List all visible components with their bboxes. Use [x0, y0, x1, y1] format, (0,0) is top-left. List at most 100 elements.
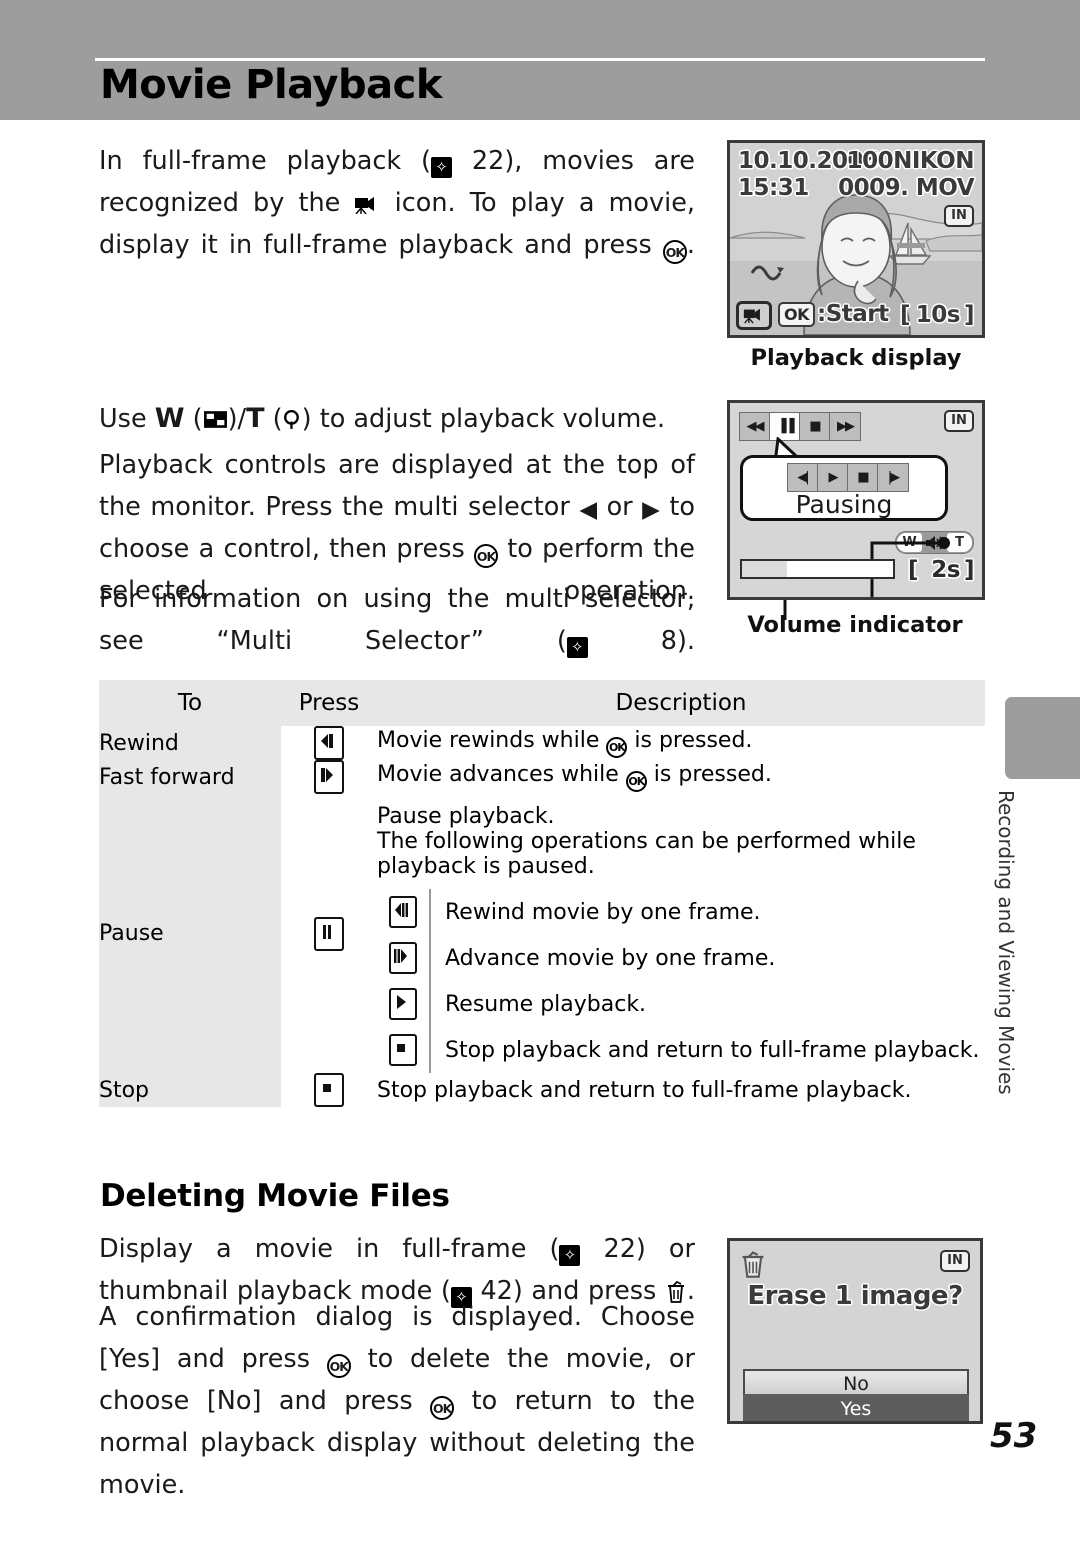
playback-display-caption: Playback display	[750, 345, 962, 371]
fast-forward-control[interactable]: ▶▶	[830, 413, 860, 440]
stop-control-glyph: ■	[809, 419, 821, 434]
movie-camera-icon	[355, 197, 375, 214]
row-icon-fast-forward	[281, 760, 377, 794]
pause-control[interactable]: ▐▐	[770, 413, 800, 440]
rewind-control[interactable]: ◀◀	[740, 413, 770, 440]
pause-button-icon	[314, 916, 344, 951]
playback-folder: 100NIKON	[846, 148, 975, 174]
row-icon-pause	[281, 794, 377, 1073]
ok-button-icon: OK	[662, 240, 687, 264]
section-heading-deleting: Deleting Movie Files	[100, 1178, 450, 1214]
rewind-button-icon	[314, 726, 344, 760]
status-callout: ◀| ▶ ■ |▶ Pausing	[740, 455, 948, 521]
subrow-text: Advance movie by one frame.	[445, 945, 776, 971]
row-desc-fast-forward: Movie advances while OK is pressed.	[377, 760, 985, 794]
delete-paragraph-2: A confirmation dialog is displayed. Choo…	[99, 1296, 695, 1548]
volume-indicator-caption: Volume indicator	[747, 612, 963, 638]
intro-paragraph-block: In full-frame playback (✧ 22), movies ar…	[99, 140, 695, 308]
ok-button-icon: OK	[606, 737, 628, 758]
page-header-bar: Movie Playback	[0, 0, 1080, 120]
stop-control[interactable]: ■	[800, 413, 830, 440]
movie-controls-table: To Press Description Rewind Movie rewind…	[99, 680, 985, 1107]
row-icon-stop	[281, 1073, 377, 1107]
column-header-press: Press	[281, 680, 377, 726]
subrow-icon-cell	[377, 1027, 431, 1073]
row-icon-rewind	[281, 726, 377, 760]
reference-book-icon: ✧	[431, 157, 452, 178]
playback-progress-fill	[742, 561, 787, 577]
subrow-icon-cell	[377, 981, 431, 1027]
ok-button-icon: OK	[326, 1354, 351, 1378]
page-number: 53	[990, 1416, 1038, 1456]
start-label: :Start	[817, 301, 889, 327]
ref-text-a: For information on using the multi selec…	[99, 584, 695, 656]
subrow-advance-frame: Advance movie by one frame.	[377, 935, 985, 981]
status-text: Pausing	[795, 490, 893, 519]
playback-progress-bar	[740, 559, 895, 579]
pause-desc-line1: Pause playback.	[377, 804, 555, 829]
subrow-resume: Resume playback.	[377, 981, 985, 1027]
advance-one-frame-control[interactable]: |▶	[878, 464, 908, 491]
reference-book-icon: ✧	[559, 1245, 581, 1266]
internal-memory-badge: IN	[944, 410, 974, 432]
elapsed-bracket-close: ]	[963, 557, 975, 583]
subrow-icon-cell	[377, 889, 431, 935]
resume-control-glyph: ▶	[828, 470, 839, 485]
row-label-rewind: Rewind	[99, 726, 281, 760]
elapsed-time: 2s	[931, 557, 960, 583]
controls-or: or	[606, 492, 633, 522]
playback-filename: 0009. MOV	[838, 175, 974, 201]
table-row: Fast forward Movie advances while OK is …	[99, 760, 985, 794]
stop-control[interactable]: ■	[848, 464, 878, 491]
row-label-pause: Pause	[99, 794, 281, 1073]
pausing-display-screenshot: IN ◀◀ ▐▐ ■ ▶▶ ◀| ▶ ■ |▶ Pausing W T [ 2s ]	[727, 400, 985, 600]
resume-control[interactable]: ▶	[818, 464, 848, 491]
duration-bracket-open: [	[900, 302, 911, 328]
table-header-row: To Press Description	[99, 680, 985, 726]
intro-paragraph: In full-frame playback (✧ 22), movies ar…	[99, 140, 695, 308]
erase-option-no[interactable]: No	[743, 1369, 969, 1396]
fast-forward-button-icon	[314, 760, 344, 794]
advance-one-frame-icon	[389, 942, 417, 974]
stop-control-glyph: ■	[857, 470, 869, 485]
header-divider-rule	[95, 58, 985, 61]
stop-button-icon	[314, 1073, 344, 1107]
multi-selector-right-icon: ▶	[642, 497, 660, 523]
column-header-to: To	[99, 680, 281, 726]
playback-time: 15:31	[738, 175, 809, 201]
fast-forward-control-glyph: ▶▶	[837, 419, 855, 434]
advance-one-frame-control-glyph: |▶	[887, 470, 900, 485]
subrow-rewind-frame: Rewind movie by one frame.	[377, 889, 985, 935]
volume-text-a: Use	[99, 404, 147, 434]
page-title: Movie Playback	[100, 62, 442, 108]
row-desc-stop: Stop playback and return to full-frame p…	[377, 1073, 985, 1107]
playback-display-screenshot: 10.10.2006 15:31 100NIKON 0009. MOV IN O…	[727, 140, 985, 338]
multi-selector-left-icon: ◀	[579, 497, 598, 523]
ff-desc-b: is pressed.	[653, 762, 772, 787]
elapsed-bracket-open: [	[908, 557, 919, 583]
delete-paragraph-2-block: A confirmation dialog is displayed. Choo…	[99, 1296, 695, 1548]
movie-duration: 10s	[915, 302, 961, 328]
table-row-pause: Pause Pause playback. The following oper…	[99, 794, 985, 1073]
volume-text-b: ) to adjust playback volume.	[301, 404, 666, 434]
erase-dialog-title: Erase 1 image?	[747, 1281, 963, 1311]
paused-control-strip[interactable]: ◀| ▶ ■ |▶	[787, 463, 909, 492]
stop-playback-icon	[389, 1034, 417, 1066]
rewind-one-frame-control[interactable]: ◀|	[788, 464, 818, 491]
rewind-desc-a: Movie rewinds while	[377, 728, 600, 753]
pause-control-glyph: ▐▐	[776, 419, 795, 434]
ok-start-hint: OK :Start	[778, 301, 889, 327]
volume-paragraph: Use W ()/T () to adjust playback volume.	[99, 403, 666, 434]
reference-book-icon: ✧	[566, 637, 588, 658]
tele-zoom-label: T	[246, 403, 265, 434]
pause-desc-line2: The following operations can be performe…	[377, 829, 916, 879]
duration-bracket-close: ]	[963, 302, 975, 328]
subrow-text: Resume playback.	[445, 991, 647, 1017]
magnifier-icon	[283, 409, 299, 429]
thumbnail-view-icon	[203, 411, 227, 428]
rewind-one-frame-control-glyph: ◀|	[797, 470, 809, 485]
erase-option-yes[interactable]: Yes	[743, 1394, 969, 1421]
chapter-tab-label: Recording and Viewing Movies	[994, 790, 1018, 1095]
volume-paragraph-block: Use W ()/T () to adjust playback volume.	[99, 398, 695, 440]
pause-description: Pause playback. The following operations…	[377, 794, 985, 889]
